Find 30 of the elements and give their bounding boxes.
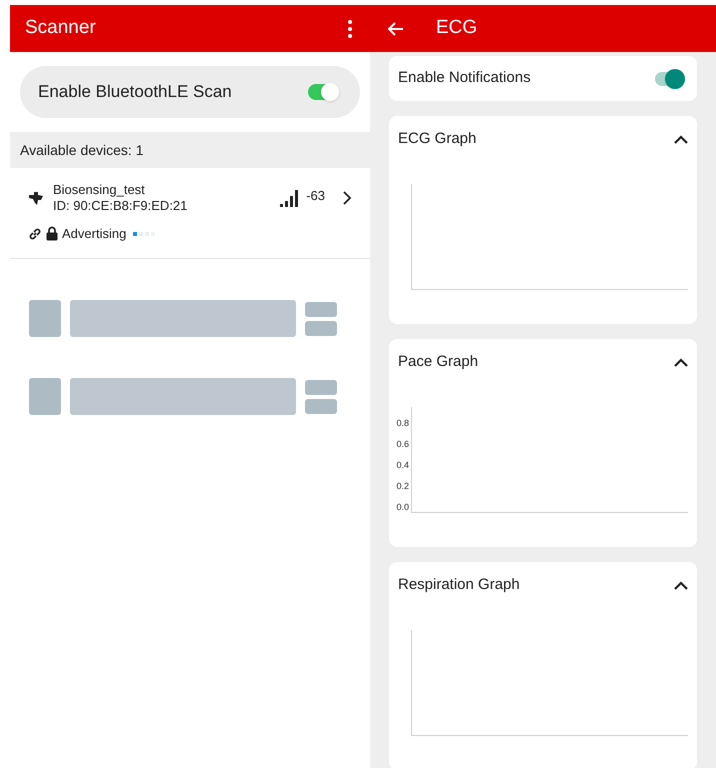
loading-dots-icon — [133, 232, 156, 236]
axis-tick-label: 0.2 — [396, 480, 409, 492]
app-bar-title: Scanner — [25, 16, 96, 40]
notifications-label: Enable Notifications — [398, 68, 531, 88]
back-arrow-icon[interactable] — [388, 22, 404, 36]
axis-tick-label: 0.6 — [396, 438, 409, 450]
axis-tick-label: 0.0 — [396, 500, 409, 514]
chip-logo-icon — [28, 190, 44, 206]
graph-title: ECG Graph — [398, 129, 476, 149]
axis-tick-label: 0.8 — [396, 416, 409, 430]
app-bar-title: ECG — [436, 16, 478, 40]
chevron-right-icon[interactable] — [343, 191, 352, 205]
lock-icon — [46, 226, 58, 242]
graph-title: Respiration Graph — [398, 575, 520, 595]
device-name: Biosensing_test — [53, 182, 146, 198]
toggle-switch[interactable] — [655, 72, 683, 86]
graph-title: Pace Graph — [398, 352, 478, 372]
more-options-icon[interactable] — [348, 20, 352, 38]
device-status: Advertising — [62, 225, 126, 243]
axis-tick-label: 0.4 — [396, 458, 409, 472]
link-icon — [28, 226, 42, 241]
rssi-value: -63 — [306, 187, 325, 206]
chevron-up-icon[interactable] — [674, 358, 688, 367]
chevron-up-icon[interactable] — [674, 134, 688, 144]
device-id: ID: 90:CE:B8:F9:ED:21 — [53, 198, 188, 214]
chevron-up-icon[interactable] — [674, 580, 688, 590]
section-header: Available devices: 1 — [20, 140, 144, 160]
scan-toggle-label: Enable BluetoothLE Scan — [38, 81, 232, 104]
toggle-switch[interactable] — [308, 84, 338, 100]
device-list-item[interactable]: Biosensing_test ID: 90:CE:B8:F9:ED:21 -63 Advertising — [10, 168, 370, 259]
